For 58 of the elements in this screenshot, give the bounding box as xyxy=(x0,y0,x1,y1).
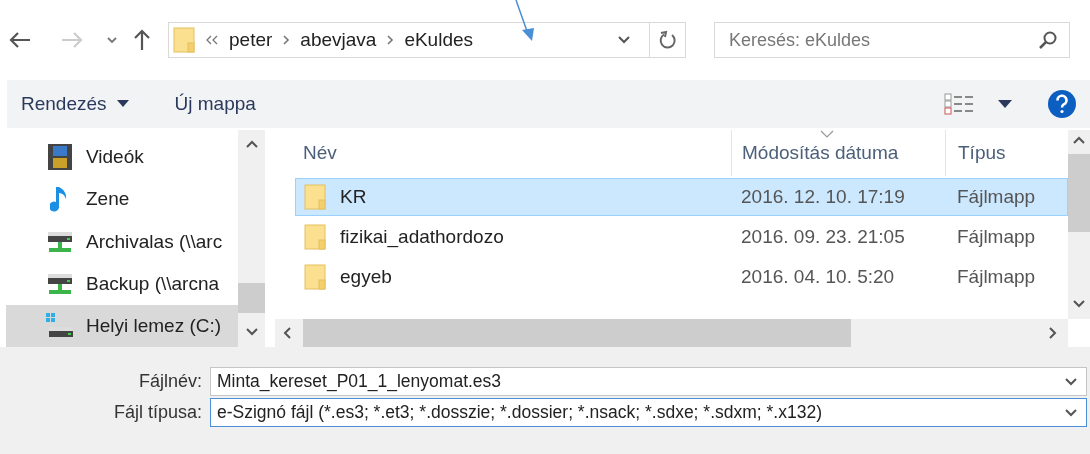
date-cell: 2016. 12. 10. 17:19 xyxy=(741,186,905,207)
folder-icon xyxy=(173,27,195,53)
type-cell: Fájlmapp xyxy=(957,266,1036,287)
scroll-thumb[interactable] xyxy=(1068,153,1090,232)
recent-locations-button[interactable] xyxy=(106,36,118,44)
file-name: KR xyxy=(340,186,367,208)
horizontal-scrollbar[interactable] xyxy=(275,319,1068,347)
refresh-icon[interactable] xyxy=(658,30,677,50)
sidebar-item[interactable]: Helyi lemez (C:) xyxy=(6,304,238,347)
file-name: fizikai_adathordozo xyxy=(340,226,504,248)
address-bar[interactable]: peter abevjava eKuldes xyxy=(168,22,686,58)
help-icon[interactable] xyxy=(1048,90,1076,118)
chevron-icon[interactable] xyxy=(386,34,395,46)
file-name-field[interactable]: Minta_kereset_P01_1_lenyomat.es3 xyxy=(210,367,1087,396)
folder-icon xyxy=(304,184,326,210)
field-label: Fájlnév: xyxy=(137,371,202,392)
folder-icon xyxy=(304,224,326,250)
file-type-dropdown[interactable]: e-Szignó fájl (*.es3; *.et3; *.dosszie; *.dossier; *.nsack; *.sdxe; *.sdxm; *.x132) xyxy=(210,398,1087,427)
breadcrumb[interactable]: abevjava xyxy=(300,29,377,51)
sidebar-scrollbar[interactable] xyxy=(238,130,265,347)
file-row[interactable]: egyeb 2016. 04. 10. 5:20 Fájlmapp xyxy=(295,258,1068,296)
breadcrumb[interactable]: peter xyxy=(229,29,273,51)
search-icon[interactable] xyxy=(1038,30,1058,50)
overflow-icon[interactable] xyxy=(205,34,219,46)
film-icon xyxy=(48,144,72,171)
type-cell: Fájlmapp xyxy=(957,186,1036,207)
file-row[interactable]: fizikai_adathordozo 2016. 09. 23. 21:05 Fájlmapp xyxy=(295,218,1068,256)
field-label: Fájl típusa: xyxy=(112,402,202,423)
sidebar-item[interactable]: Videók xyxy=(6,136,238,179)
file-row[interactable]: KR 2016. 12. 10. 17:19 Fájlmapp xyxy=(295,178,1068,216)
sort-icon xyxy=(820,130,834,138)
search-field[interactable]: Keresés: eKuldes xyxy=(714,22,1070,58)
up-button[interactable] xyxy=(132,28,152,52)
file-list-scrollbar[interactable] xyxy=(1068,130,1090,319)
column-header[interactable]: Név xyxy=(303,142,337,164)
new-folder-button[interactable]: Új mappa xyxy=(174,93,256,115)
sidebar-item[interactable]: Archivalas (\\arc xyxy=(6,220,238,263)
caret-icon[interactable] xyxy=(116,100,129,108)
sidebar-item[interactable]: Zene xyxy=(6,178,238,221)
file-name: egyeb xyxy=(340,266,392,288)
chevron-icon[interactable] xyxy=(282,34,291,46)
scroll-thumb[interactable] xyxy=(303,319,851,347)
organize-button[interactable]: Rendezés xyxy=(21,93,129,115)
breadcrumb[interactable]: eKuldes xyxy=(404,29,474,51)
network-drive-icon xyxy=(47,229,73,254)
local-disk-icon xyxy=(46,312,74,339)
folder-icon xyxy=(304,264,326,290)
date-cell: 2016. 04. 10. 5:20 xyxy=(741,266,895,287)
view-options-button[interactable] xyxy=(944,93,1012,115)
date-cell: 2016. 09. 23. 21:05 xyxy=(741,226,905,247)
scroll-thumb[interactable] xyxy=(238,282,265,313)
column-header[interactable]: Módosítás dátuma xyxy=(742,142,899,164)
network-drive-icon xyxy=(47,271,73,296)
column-header[interactable]: Típus xyxy=(958,142,1006,164)
back-button[interactable] xyxy=(8,30,32,50)
type-cell: Fájlmapp xyxy=(957,226,1036,247)
caret-icon[interactable] xyxy=(998,100,1012,108)
sidebar-item[interactable]: Backup (\\arcna xyxy=(6,262,238,305)
